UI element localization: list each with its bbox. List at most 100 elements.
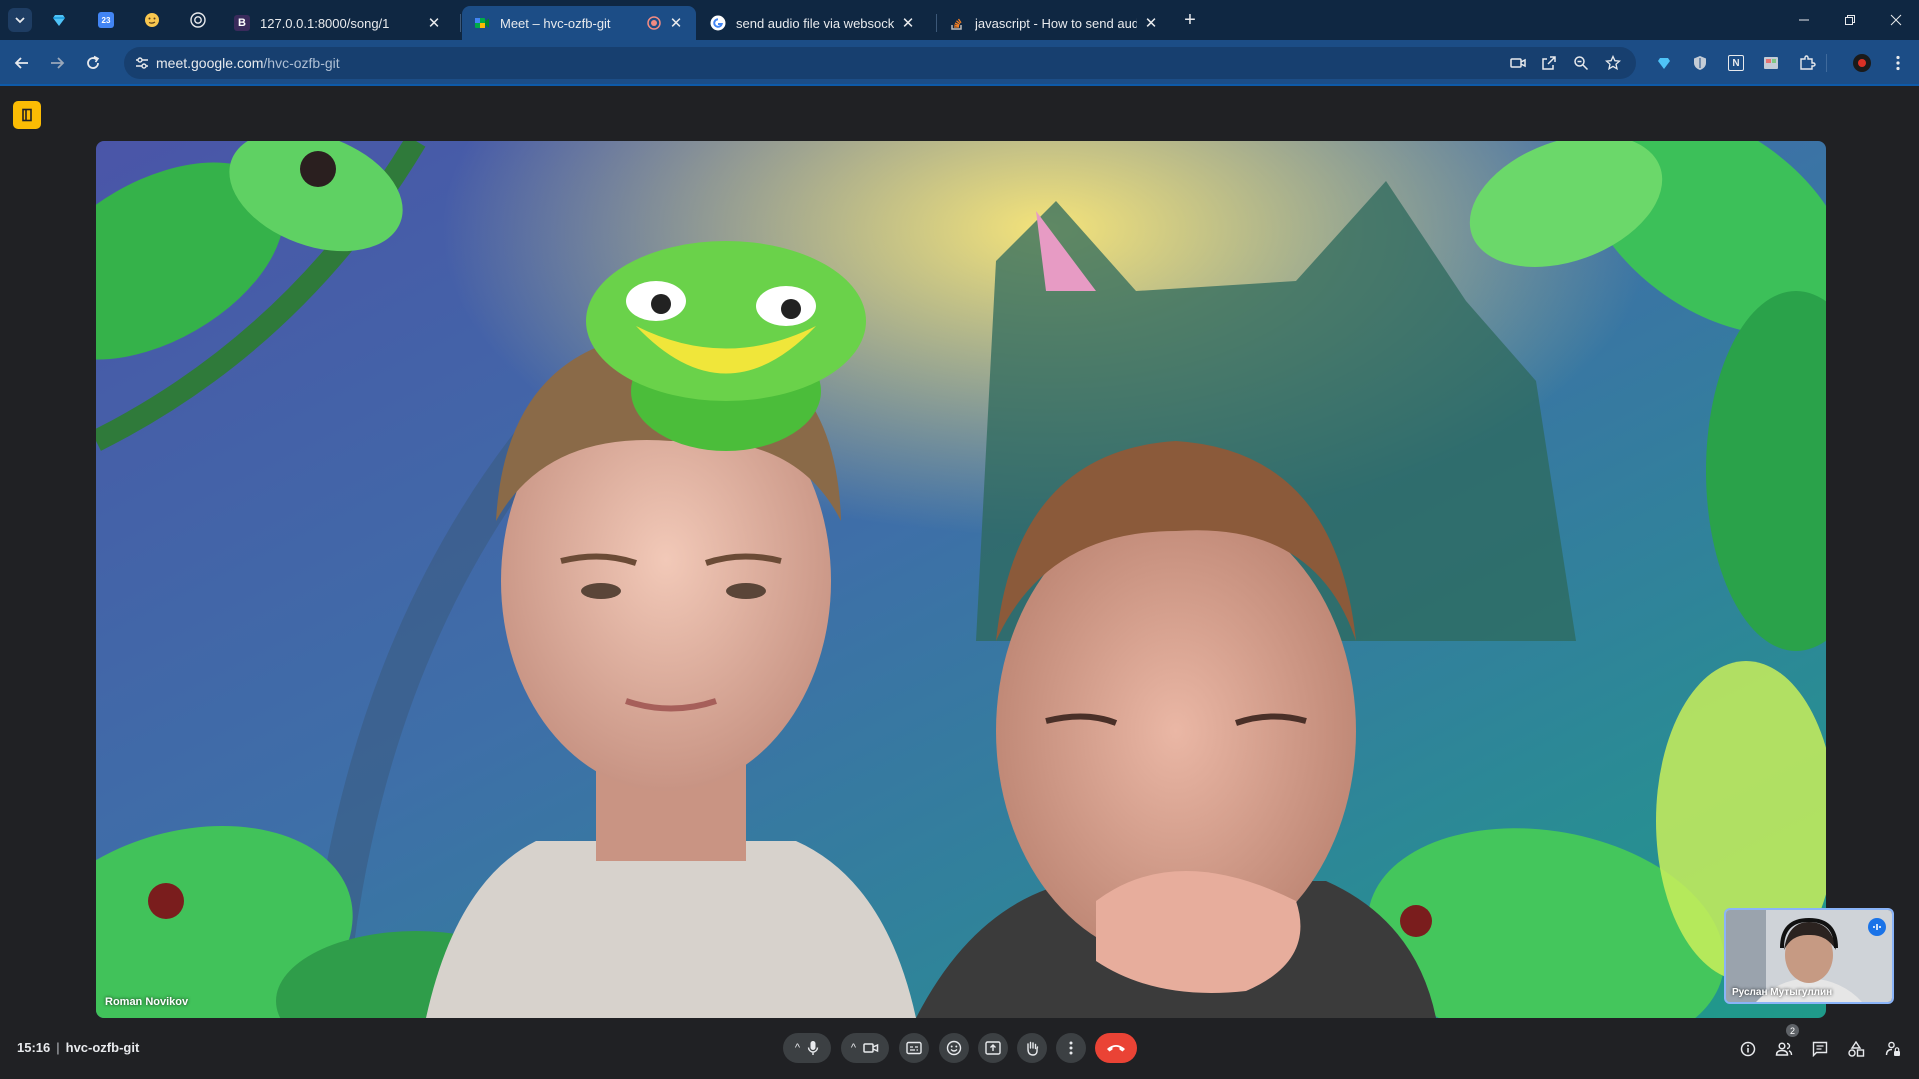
people-button[interactable]	[1773, 1038, 1795, 1060]
extension-gem[interactable]	[1653, 52, 1675, 74]
people-icon	[1775, 1042, 1793, 1056]
camera-in-use-button[interactable]	[1508, 53, 1528, 73]
url-text[interactable]: meet.google.com/hvc-ozfb-git	[156, 55, 340, 71]
pinned-tab-gem[interactable]	[46, 8, 72, 32]
closed-captions-icon	[906, 1041, 922, 1055]
tab-websocket-search[interactable]: send audio file via websocket d ✕	[698, 6, 928, 40]
tab-title: javascript - How to send audio	[975, 15, 1137, 31]
meet-icon	[474, 15, 490, 31]
new-tab-button[interactable]: +	[1178, 8, 1202, 32]
tab-title: 127.0.0.1:8000/song/1	[260, 15, 390, 31]
open-in-window-button[interactable]	[1539, 53, 1559, 73]
openai-icon	[190, 12, 206, 28]
plus-icon: +	[1184, 8, 1196, 31]
tab-favicon-letter: B	[238, 17, 246, 29]
b-favicon-icon: B	[234, 15, 250, 31]
reactions-button[interactable]	[939, 1033, 969, 1063]
more-vertical-icon	[1069, 1041, 1073, 1055]
back-button[interactable]	[9, 50, 35, 76]
tab-stackoverflow[interactable]: javascript - How to send audio ✕	[937, 6, 1171, 40]
window-close-button[interactable]	[1873, 0, 1919, 40]
chevron-up-icon[interactable]: ^	[795, 1042, 800, 1054]
camera-control[interactable]: ^	[841, 1033, 889, 1063]
meeting-info-text: 15:16 | hvc-ozfb-git	[17, 1040, 139, 1055]
calendar-icon: 23	[98, 12, 114, 28]
extensions-button[interactable]	[1796, 52, 1818, 74]
star-icon	[1605, 55, 1621, 71]
tab-meet[interactable]: Meet – hvc-ozfb-git ✕	[462, 6, 696, 40]
chevron-up-icon[interactable]: ^	[851, 1042, 856, 1054]
arrow-right-icon	[51, 57, 65, 69]
self-participant-name: Руслан Мутыгуллин	[1732, 987, 1833, 998]
separator: |	[56, 1040, 60, 1055]
lock-person-icon	[1885, 1041, 1900, 1056]
avatar-icon	[1853, 54, 1871, 72]
phone-hangup-icon	[1107, 1045, 1125, 1052]
site-info-button[interactable]	[132, 53, 152, 73]
stackoverflow-icon	[949, 15, 965, 31]
restore-icon	[1845, 15, 1855, 25]
gem-icon	[53, 15, 65, 26]
leave-call-button[interactable]	[1095, 1033, 1137, 1063]
pinned-tab-openai[interactable]	[185, 8, 211, 32]
participant-video-image	[96, 141, 1826, 1018]
meeting-details-button[interactable]	[1737, 1038, 1759, 1060]
close-icon[interactable]: ✕	[900, 15, 916, 32]
minimize-button[interactable]	[1781, 0, 1827, 40]
tune-icon	[136, 57, 148, 69]
browser-menu-button[interactable]	[1887, 52, 1909, 74]
google-icon	[710, 15, 726, 31]
tab-song[interactable]: B 127.0.0.1:8000/song/1 ✕	[222, 6, 454, 40]
profile-button[interactable]	[1851, 52, 1873, 74]
main-video-tile[interactable]	[96, 141, 1826, 1018]
microphone-icon	[807, 1041, 819, 1055]
reload-button[interactable]	[80, 50, 106, 76]
more-vertical-icon	[1896, 55, 1900, 71]
extension-notion[interactable]: N	[1725, 52, 1747, 74]
meeting-host-badge[interactable]	[13, 101, 41, 129]
close-icon[interactable]: ✕	[426, 15, 442, 32]
microphone-control[interactable]: ^	[783, 1033, 831, 1063]
forward-button[interactable]	[44, 50, 70, 76]
chat-button[interactable]	[1809, 1038, 1831, 1060]
shapes-icon	[1848, 1041, 1865, 1057]
tab-divider	[460, 14, 461, 32]
video-camera-icon	[863, 1043, 879, 1053]
shield-icon	[1694, 56, 1706, 70]
tab-strip: 23 B 127.0.0.1:8000/song/1 ✕ Meet – hvc-…	[0, 0, 1919, 40]
info-icon	[1740, 1041, 1756, 1057]
tab-search-button[interactable]	[8, 8, 32, 32]
more-options-button[interactable]	[1056, 1033, 1086, 1063]
people-count-badge: 2	[1786, 1024, 1799, 1037]
zoom-button[interactable]	[1571, 53, 1591, 73]
emoji-icon	[145, 13, 159, 27]
recording-icon	[647, 16, 661, 30]
extension-shield[interactable]	[1689, 52, 1711, 74]
close-icon[interactable]: ✕	[1143, 15, 1159, 32]
minimize-icon	[1799, 19, 1809, 21]
raise-hand-button[interactable]	[1017, 1033, 1047, 1063]
arrow-left-icon	[14, 57, 28, 69]
pinned-tab-emoji[interactable]	[139, 8, 165, 32]
present-to-all-icon	[985, 1041, 1001, 1055]
bookmark-button[interactable]	[1603, 53, 1623, 73]
host-controls-button[interactable]	[1882, 1038, 1904, 1060]
close-icon[interactable]: ✕	[668, 15, 684, 32]
notion-icon: N	[1728, 55, 1744, 71]
url-host: meet.google.com	[156, 55, 264, 71]
extension-screenshot[interactable]	[1760, 52, 1782, 74]
restore-button[interactable]	[1827, 0, 1873, 40]
external-link-icon	[1542, 56, 1556, 70]
captions-button[interactable]	[899, 1033, 929, 1063]
address-bar[interactable]: meet.google.com/hvc-ozfb-git	[124, 47, 1636, 79]
self-video-tile[interactable]: Руслан Мутыгуллин	[1724, 908, 1894, 1004]
zoom-out-icon	[1574, 56, 1589, 71]
hand-icon	[1027, 1041, 1039, 1056]
pinned-tab-calendar[interactable]: 23	[93, 8, 119, 32]
emoji-icon	[946, 1040, 962, 1056]
toolbar-divider	[1826, 54, 1827, 72]
puzzle-icon	[1800, 55, 1816, 70]
present-screen-button[interactable]	[978, 1033, 1008, 1063]
reload-icon	[87, 55, 100, 69]
activities-button[interactable]	[1845, 1038, 1867, 1060]
